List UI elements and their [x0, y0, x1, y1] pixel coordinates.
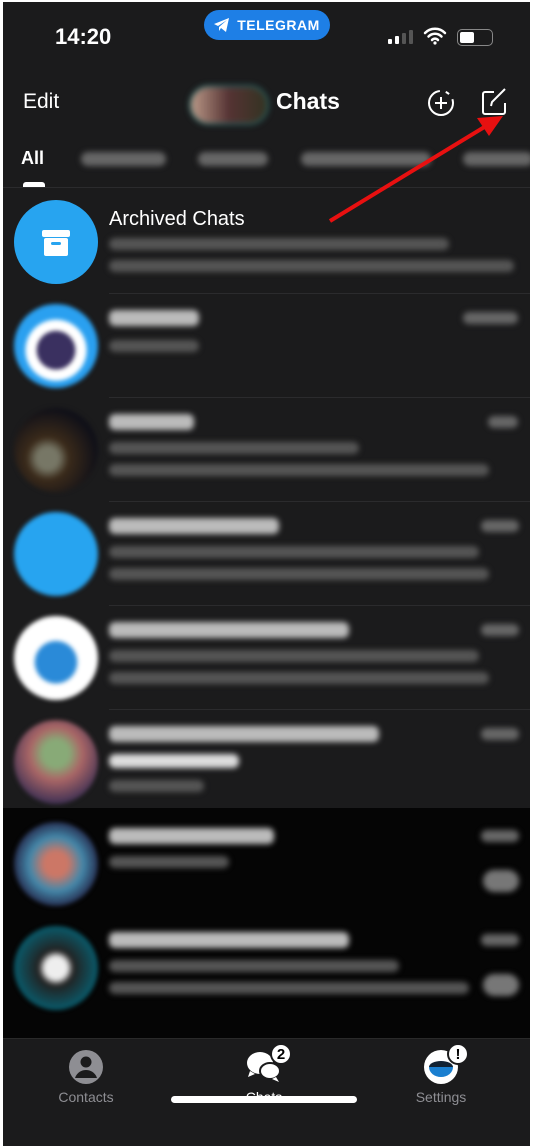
message-preview	[109, 650, 479, 662]
chat-row[interactable]	[3, 398, 530, 502]
chat-row[interactable]	[3, 606, 530, 710]
telegram-screen: 14:20 TELEGRAM Edit Chats All Archived C…	[3, 2, 530, 1146]
settings-alert-badge: !	[447, 1043, 469, 1065]
message-preview	[109, 960, 399, 972]
chat-time	[481, 728, 519, 740]
chat-row[interactable]	[3, 812, 530, 916]
unread-badge	[483, 870, 519, 892]
chat-row[interactable]	[3, 502, 530, 606]
chat-avatar	[14, 616, 98, 700]
tab-contacts[interactable]: Contacts	[31, 1049, 141, 1105]
chat-name	[109, 414, 194, 430]
chat-time	[463, 312, 518, 324]
chat-time	[481, 934, 519, 946]
message-preview	[109, 442, 359, 454]
chat-time	[481, 830, 519, 842]
tab-contacts-label: Contacts	[58, 1089, 114, 1105]
chat-name	[109, 726, 379, 742]
message-preview	[109, 780, 204, 792]
chat-avatar	[14, 926, 98, 1010]
tab-settings-label: Settings	[415, 1089, 467, 1105]
contacts-icon	[69, 1050, 103, 1084]
chat-avatar	[14, 822, 98, 906]
chat-name	[109, 622, 349, 638]
annotation-arrow	[328, 116, 503, 223]
chat-avatar	[14, 512, 98, 596]
chat-avatar	[14, 720, 98, 804]
chat-name	[109, 310, 199, 326]
chat-time	[481, 624, 519, 636]
message-preview	[109, 340, 199, 352]
chat-time	[481, 520, 519, 532]
message-preview	[109, 464, 489, 476]
chat-avatar	[14, 408, 98, 492]
tab-bar: Contacts 2 Chats ! Settings	[3, 1038, 530, 1146]
chat-name	[109, 932, 349, 948]
chat-avatar	[14, 304, 98, 388]
home-indicator	[171, 1096, 357, 1103]
chat-row[interactable]	[3, 710, 530, 814]
chat-name	[109, 518, 279, 534]
chat-row[interactable]	[3, 916, 530, 1020]
message-preview	[109, 672, 489, 684]
chats-unread-badge: 2	[270, 1043, 292, 1065]
chat-row[interactable]	[3, 294, 530, 398]
message-preview	[109, 546, 479, 558]
unread-badge	[483, 974, 519, 996]
message-preview	[109, 754, 239, 768]
message-preview	[109, 856, 229, 868]
tab-settings[interactable]: ! Settings	[386, 1043, 496, 1105]
chat-time	[488, 416, 518, 428]
message-preview	[109, 568, 489, 580]
chat-name	[109, 828, 274, 844]
message-preview	[109, 982, 469, 994]
